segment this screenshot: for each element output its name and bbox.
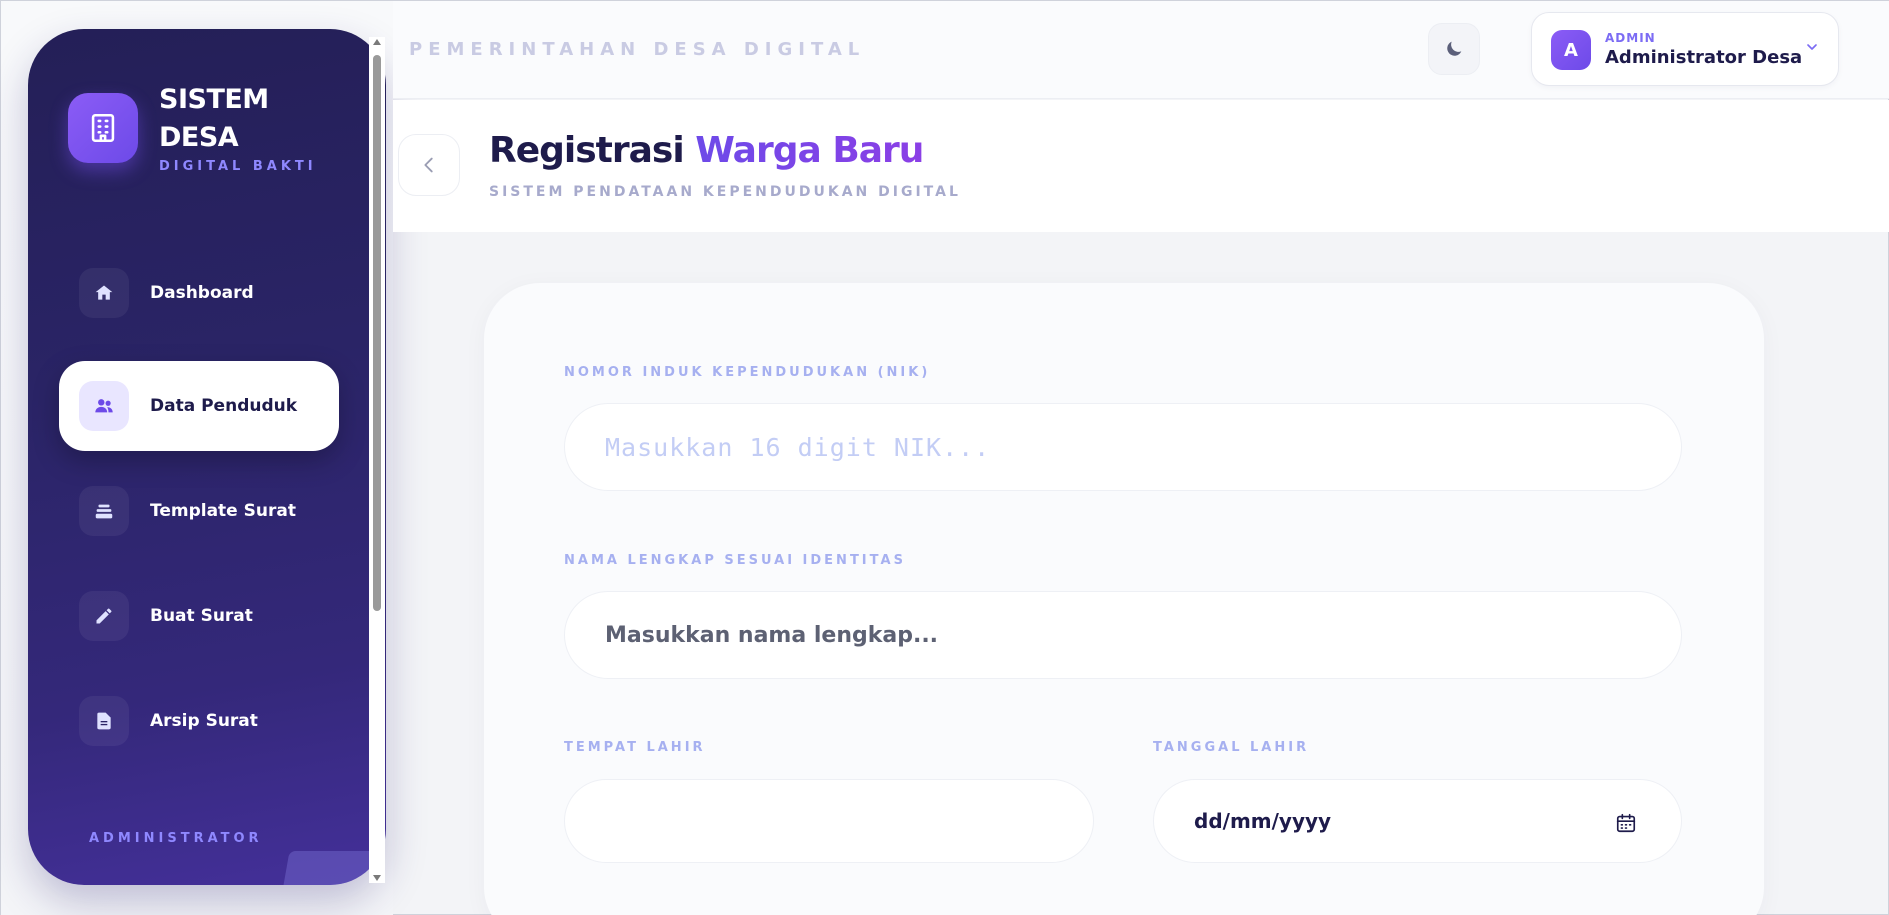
page-title-main: Registrasi [489,130,685,171]
moon-icon [1447,41,1462,56]
brand-subtitle: DIGITAL BAKTI [159,159,317,174]
document-icon [79,696,129,746]
scroll-down-icon[interactable] [373,875,381,881]
tempat-lahir-label: TEMPAT LAHIR [564,740,706,755]
sidebar-item-buat-surat[interactable]: Buat Surat [59,571,339,661]
tempat-lahir-input[interactable] [564,779,1094,863]
sidebar-item-label: Data Penduduk [150,396,298,416]
sidebar-decoration [282,851,380,885]
page-subtitle: SISTEM PENDATAAN KEPENDUDUKAN DIGITAL [489,184,961,200]
sidebar-scrollbar[interactable] [369,37,385,883]
chevron-down-icon [1807,44,1817,50]
pencil-icon [79,591,129,641]
chevron-left-icon [424,157,433,173]
registration-form: NOMOR INDUK KEPENDUDUKAN (NIK) Masukkan … [484,283,1764,915]
brand-title: SISTEM DESA [159,84,269,153]
stack-icon [79,486,129,536]
nik-label: NOMOR INDUK KEPENDUDUKAN (NIK) [564,365,931,380]
back-button[interactable] [398,134,460,196]
nama-input[interactable]: Masukkan nama lengkap... [564,591,1682,679]
nama-placeholder: Masukkan nama lengkap... [605,622,939,648]
theme-toggle-button[interactable] [1428,23,1480,75]
sidebar-item-arsip-surat[interactable]: Arsip Surat [59,676,339,766]
page-header: Registrasi Warga Baru SISTEM PENDATAAN K… [393,100,1889,232]
user-menu[interactable]: A ADMIN Administrator Desa [1531,12,1839,86]
sidebar-item-label: Template Surat [150,501,296,521]
sidebar-item-label: Buat Surat [150,606,253,626]
sidebar-item-label: Dashboard [150,283,254,303]
calendar-icon[interactable] [1615,812,1637,834]
app-window: SISTEM DESA DIGITAL BAKTI Dashboard Data… [0,0,1889,915]
sidebar: SISTEM DESA DIGITAL BAKTI Dashboard Data… [28,29,386,885]
sidebar-container: SISTEM DESA DIGITAL BAKTI Dashboard Data… [1,1,393,915]
sidebar-item-label: Arsip Surat [150,711,258,731]
sidebar-item-data-penduduk[interactable]: Data Penduduk [59,361,339,451]
tanggal-lahir-label: TANGGAL LAHIR [1153,740,1310,755]
topbar: PEMERINTAHAN DESA DIGITAL A ADMIN Admini… [393,1,1889,99]
users-icon [79,381,129,431]
sidebar-item-template-surat[interactable]: Template Surat [59,466,339,556]
sidebar-footer-label: ADMINISTRATOR [89,831,263,846]
building-icon [68,93,138,163]
tanggal-lahir-input[interactable]: dd/mm/yyyy [1153,779,1682,863]
nama-label: NAMA LENGKAP SESUAI IDENTITAS [564,553,906,568]
page-title: Registrasi Warga Baru [489,130,924,171]
nik-input[interactable]: Masukkan 16 digit NIK... [564,403,1682,491]
topbar-title: PEMERINTAHAN DESA DIGITAL [409,39,866,60]
user-name: Administrator Desa [1605,47,1803,68]
page-title-accent: Warga Baru [695,130,924,171]
user-role: ADMIN [1605,31,1656,45]
tanggal-lahir-placeholder: dd/mm/yyyy [1194,809,1332,833]
nik-placeholder: Masukkan 16 digit NIK... [605,432,991,462]
home-icon [79,268,129,318]
scroll-up-icon[interactable] [373,39,381,45]
sidebar-item-dashboard[interactable]: Dashboard [59,248,339,338]
scrollbar-thumb[interactable] [373,55,381,611]
avatar: A [1551,30,1591,70]
